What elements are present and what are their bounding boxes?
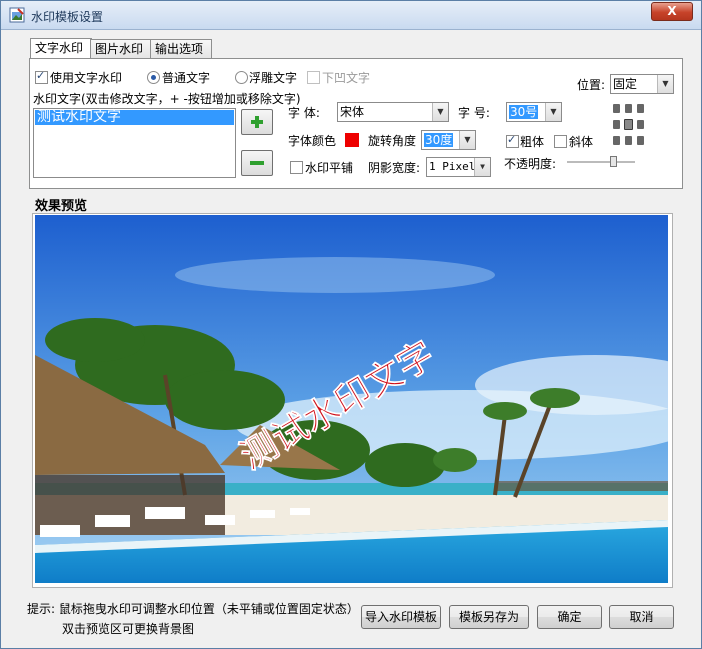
position-bottom-right[interactable]: [637, 136, 644, 145]
chevron-down-icon: ▼: [432, 103, 448, 121]
position-bottom-left[interactable]: [613, 136, 620, 145]
position-top-center[interactable]: [625, 104, 632, 113]
preview-area[interactable]: 测试水印文字: [35, 215, 668, 583]
position-middle-left[interactable]: [613, 120, 620, 129]
chevron-down-icon: ▼: [459, 131, 475, 149]
italic-checkbox[interactable]: [554, 135, 567, 148]
emboss-text-radio[interactable]: [235, 71, 248, 84]
import-template-button[interactable]: 导入水印模板: [361, 605, 441, 629]
size-label: 字 号:: [458, 106, 490, 120]
tab-output-options[interactable]: 输出选项: [150, 39, 212, 59]
close-icon: X: [667, 4, 677, 18]
font-value: 宋体: [340, 105, 365, 119]
ok-button[interactable]: 确定: [537, 605, 602, 629]
chevron-down-icon: ▼: [474, 158, 490, 176]
close-button[interactable]: X: [651, 2, 693, 21]
position-top-right[interactable]: [637, 104, 644, 113]
remove-text-button[interactable]: [241, 150, 273, 176]
rotate-label: 旋转角度: [368, 134, 417, 148]
add-text-button[interactable]: [241, 109, 273, 135]
watermark-text-list-label: 水印文字(双击修改文字，+ -按钮增加或移除文字): [33, 92, 301, 106]
watermark-text-list[interactable]: 测试水印文字: [33, 108, 236, 178]
bold-checkbox[interactable]: [506, 133, 519, 148]
rotate-select[interactable]: 30度 ▼: [421, 130, 476, 150]
position-select[interactable]: 固定 ▼: [610, 74, 674, 94]
list-item[interactable]: 测试水印文字: [35, 110, 234, 125]
tab-text-watermark[interactable]: 文字水印: [30, 38, 92, 60]
text-watermark-panel: 使用文字水印 普通文字 浮雕文字 下凹文字 位置: 固定 ▼ 水印文字(双击修改…: [29, 58, 683, 189]
font-color-swatch[interactable]: [345, 133, 359, 147]
position-grid: [609, 101, 649, 149]
tile-checkbox[interactable]: [290, 161, 303, 174]
window-title: 水印模板设置: [31, 10, 104, 24]
position-top-left[interactable]: [613, 104, 620, 113]
tab-image-watermark[interactable]: 图片水印: [90, 39, 152, 59]
preview-label: 效果预览: [35, 199, 88, 214]
use-text-watermark-checkbox[interactable]: [35, 69, 48, 84]
shadow-width-select[interactable]: 1 Pixel ▼: [426, 157, 491, 177]
font-label: 字 体:: [288, 106, 320, 120]
title-bar[interactable]: 水印模板设置 X: [1, 1, 701, 30]
position-bottom-center[interactable]: [625, 136, 632, 145]
opacity-slider-thumb[interactable]: [610, 156, 617, 167]
normal-text-radio[interactable]: [147, 71, 160, 84]
shadow-width-value: 1 Pixel: [429, 160, 476, 173]
size-value: 30号: [509, 105, 539, 119]
chevron-down-icon: ▼: [657, 75, 673, 93]
app-icon: [9, 7, 25, 23]
shadow-width-label: 阴影宽度:: [368, 161, 421, 175]
cancel-button[interactable]: 取消: [609, 605, 674, 629]
bold-label[interactable]: 粗体: [520, 133, 544, 150]
position-value: 固定: [613, 77, 638, 91]
save-template-as-button[interactable]: 模板另存为: [449, 605, 529, 629]
font-color-label: 字体颜色: [288, 134, 337, 148]
size-select[interactable]: 30号 ▼: [506, 102, 562, 122]
minus-icon: [250, 161, 264, 165]
use-text-watermark-label[interactable]: 使用文字水印: [50, 69, 122, 86]
font-select[interactable]: 宋体 ▼: [337, 102, 449, 122]
opacity-slider-track[interactable]: [567, 161, 635, 164]
italic-label[interactable]: 斜体: [569, 133, 593, 150]
rotate-value: 30度: [424, 133, 454, 147]
tile-label[interactable]: 水印平铺: [305, 159, 353, 176]
watermark-template-dialog: 水印模板设置 X 文字水印 图片水印 输出选项 使用文字水印 普通文字 浮雕文字…: [0, 0, 702, 649]
position-center[interactable]: [624, 119, 633, 130]
emboss-text-label[interactable]: 浮雕文字: [249, 69, 297, 86]
opacity-label: 不透明度:: [504, 157, 557, 171]
hint-line-1: 提示: 鼠标拖曳水印可调整水印位置（未平铺或位置固定状态）: [27, 602, 359, 616]
engrave-text-checkbox[interactable]: [307, 71, 320, 84]
hint-line-2: 双击预览区可更换背景图: [62, 622, 195, 636]
normal-text-label[interactable]: 普通文字: [162, 69, 210, 86]
clouds: [175, 257, 495, 293]
position-label: 位置:: [577, 78, 606, 92]
engrave-text-label: 下凹文字: [322, 71, 371, 85]
position-middle-right[interactable]: [637, 120, 644, 129]
plus-icon: [251, 116, 263, 128]
chevron-down-icon: ▼: [545, 103, 561, 121]
